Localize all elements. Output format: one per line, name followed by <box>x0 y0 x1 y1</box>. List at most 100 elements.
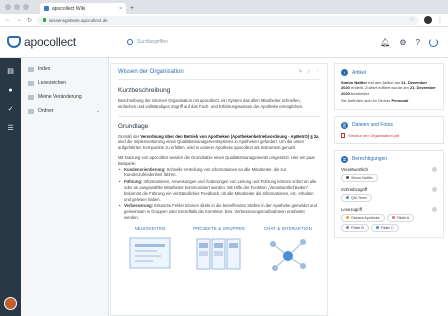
avatar <box>346 176 349 180</box>
card-header: i Artikel <box>341 69 437 76</box>
rail-documents-icon[interactable]: ▤ <box>5 65 17 77</box>
search-icon <box>127 39 133 45</box>
help-icon[interactable] <box>432 206 437 212</box>
pdf-icon <box>341 132 345 138</box>
text-bold: Verbesserung: <box>124 203 154 209</box>
help-icon[interactable] <box>432 166 437 172</box>
permission-label: Schreibzugriff <box>341 186 368 192</box>
logo-text: apocollect <box>24 35 77 49</box>
search-input[interactable]: Suchbegriffen <box>137 39 168 45</box>
reload-icon[interactable]: ↻ <box>27 17 32 24</box>
star-icon[interactable]: ☆ <box>307 69 311 75</box>
group-chip[interactable]: Filiale A <box>386 213 415 222</box>
browser-tab[interactable]: apocollect Wiki × <box>40 3 126 14</box>
article-meta-text: Simon Nattler hat den Artikel am 21. Dez… <box>341 80 437 96</box>
help-icon[interactable] <box>432 186 437 192</box>
rail-check-icon[interactable]: ✓ <box>5 103 17 115</box>
permission-label: Lesezugriff <box>341 206 362 212</box>
news-illustration-icon <box>129 237 171 269</box>
tab-title: apocollect Wiki <box>52 5 86 12</box>
article-header: Wissen der Organisation ✎ ☆ ⋮ <box>118 69 320 80</box>
user-chip[interactable]: Simon Nattler <box>341 173 378 182</box>
text-span: bearbeitet. <box>349 90 370 96</box>
text-span: Informationen, Anweisungen und Änderunge… <box>124 179 317 202</box>
url-field[interactable]: wissensgebiete.apocollect.de ☆ <box>37 15 419 25</box>
permission-row: Schreibzugriff <box>341 186 437 192</box>
card-title: Berechtigungen <box>352 156 388 163</box>
group-chip[interactable]: QM-Team <box>341 193 372 202</box>
group-dot-icon <box>346 196 349 200</box>
file-link[interactable]: Struktur der Organisation.pdf <box>341 132 437 138</box>
sidebar-item-veraenderung[interactable]: Meine Veränderung <box>21 90 108 104</box>
header-actions: 🔔︎ ⚙ ? <box>380 37 438 47</box>
rail-tasks-icon[interactable]: ☰ <box>5 122 17 134</box>
tab-close-icon[interactable]: × <box>119 6 122 12</box>
chevron-down-icon[interactable]: ⌄ <box>96 108 100 114</box>
browser-menu-icon[interactable]: ⋮ <box>437 17 443 24</box>
sidebar-item-index[interactable]: Index <box>21 62 108 76</box>
text-span: hat den Artikel am <box>367 80 402 85</box>
more-icon[interactable]: ⋮ <box>315 69 320 75</box>
illustration-label: CHAT & INTERAKTION <box>264 225 312 231</box>
folder-icon <box>28 108 34 114</box>
browser-profile-avatar[interactable] <box>424 16 432 24</box>
chip-label: Simon Nattler <box>351 175 373 180</box>
sidebar-item-ordner[interactable]: Ordner ⌄ <box>21 104 108 118</box>
window-controls[interactable] <box>5 4 29 10</box>
group-chip[interactable]: Filiale B <box>341 223 369 232</box>
author-name: Simon Nattler <box>341 80 368 85</box>
chip-list: QM-Team <box>341 193 437 202</box>
group-dot-icon <box>391 216 395 220</box>
rail-chat-icon[interactable]: ● <box>5 84 17 96</box>
chip-label: Filiale B <box>351 225 364 230</box>
text-span: Sie befinden sich im Ordner <box>341 98 392 104</box>
page-title: Wissen der Organisation <box>118 69 184 75</box>
folder-icon <box>28 80 34 86</box>
gear-icon[interactable]: ⚙ <box>399 38 406 47</box>
card-header: ⎘ Dateien und Fotos <box>341 121 437 129</box>
card-title: Dateien und Fotos <box>352 122 393 129</box>
group-chip[interactable]: Gesamt Apotheke <box>341 213 385 222</box>
illustration-news: NEUIGKEITEN <box>118 226 182 274</box>
sidebar-item-label: Meine Veränderung <box>38 94 82 100</box>
back-icon[interactable]: ← <box>5 17 11 23</box>
permission-row: Lesezugriff <box>341 206 437 212</box>
bullet-list: Kundenorientierung: Schnelle Verteilung … <box>118 167 320 221</box>
forward-icon[interactable]: → <box>16 17 22 23</box>
permission-row: Verantwortlich <box>341 166 437 172</box>
paragraph: Mit Nutzung von apocollect werden die Gr… <box>118 154 315 166</box>
folder-name[interactable]: Personal <box>391 98 408 103</box>
favicon-icon <box>44 6 49 11</box>
help-icon[interactable]: ? <box>416 38 420 47</box>
new-tab-button[interactable]: + <box>130 3 134 14</box>
paragraph: Beschreibung der internen Organisation m… <box>118 98 304 109</box>
paragraph: Gemäß der Verordnung über den Betrieb vo… <box>118 134 320 151</box>
power-icon[interactable] <box>429 37 438 47</box>
bell-icon[interactable]: 🔔︎ <box>380 38 390 47</box>
illustration-label: NEUIGKEITEN <box>134 225 166 231</box>
article-info-card: i Artikel Simon Nattler hat den Artikel a… <box>334 63 444 110</box>
browser-window: apocollect Wiki × + ← → ↻ wissensgebiete… <box>0 0 448 316</box>
files-card: ⎘ Dateien und Fotos Struktur der Organisa… <box>334 115 444 144</box>
edit-icon[interactable]: ✎ <box>298 69 302 75</box>
section-heading: Grundlage <box>118 122 149 130</box>
group-dot-icon <box>346 216 349 220</box>
text-span: Gemäß der <box>118 133 141 139</box>
attachment-icon: ⎘ <box>341 121 348 129</box>
sidebar-item-label: Ordner <box>38 108 54 114</box>
card-title: Artikel <box>352 69 366 76</box>
logo[interactable]: apocollect <box>7 35 117 49</box>
permission-label: Verantwortlich <box>341 166 368 172</box>
sidebar-item-lesezeichen[interactable]: Lesezeichen <box>21 76 108 90</box>
icon-rail: ▤ ● ✓ ☰ <box>0 58 21 316</box>
group-dot-icon <box>346 226 349 230</box>
permissions-card: ⚿ Berechtigungen Verantwortlich Simon Nat… <box>334 149 444 238</box>
folder-icon <box>28 94 34 100</box>
article-actions: ✎ ☆ ⋮ <box>298 69 320 75</box>
list-item: Führung: Informationen, Anweisungen und … <box>119 179 320 202</box>
user-avatar[interactable] <box>4 297 17 310</box>
bookmark-star-icon[interactable]: ☆ <box>410 17 414 23</box>
chat-illustration-icon <box>270 238 306 271</box>
group-chip[interactable]: Filiale C <box>370 223 399 232</box>
search-box[interactable]: Suchbegriffen <box>127 39 168 45</box>
